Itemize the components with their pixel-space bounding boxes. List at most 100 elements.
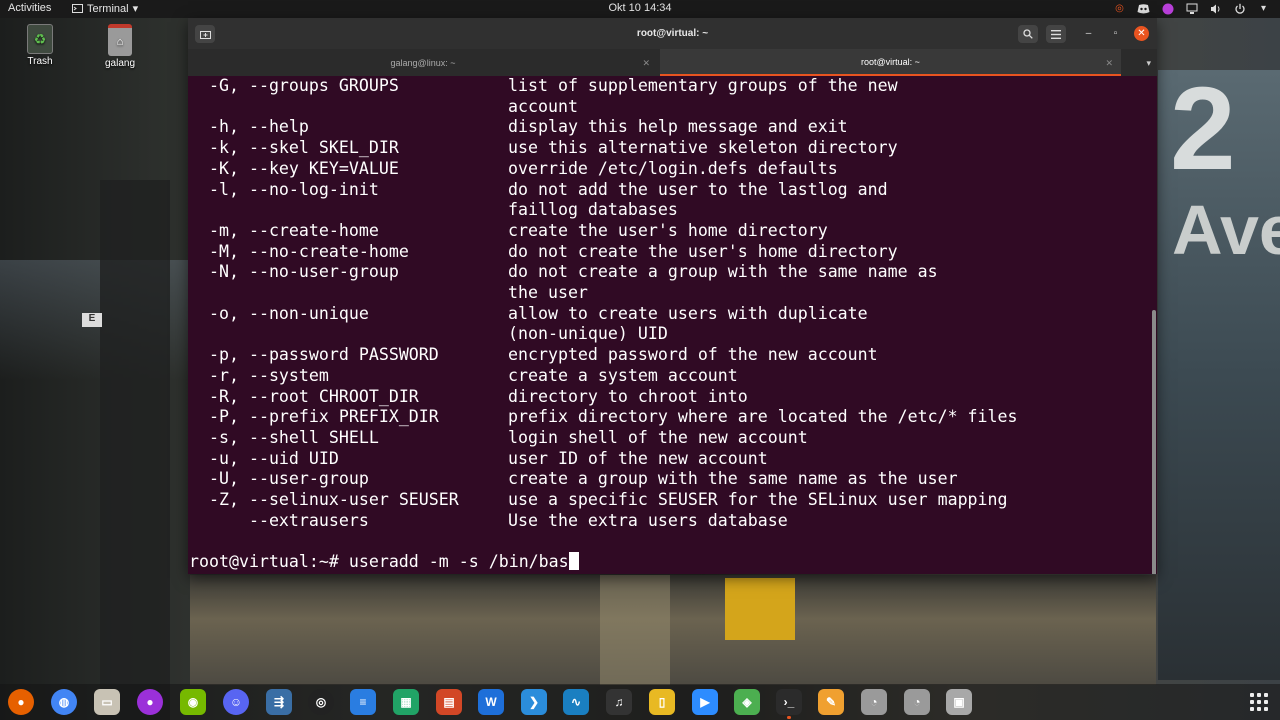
sheets-icon[interactable]: ▦ xyxy=(393,689,419,715)
app-menu-label: Terminal xyxy=(87,2,129,15)
option-description: Use the extra users database xyxy=(508,510,788,530)
option-flag: -r, --system xyxy=(209,365,329,385)
chrome-icon[interactable]: ◍ xyxy=(51,689,77,715)
terminal-line: (non-unique) UID xyxy=(188,324,1154,345)
command-input[interactable]: useradd -m -s /bin/bas xyxy=(349,552,569,571)
wallpaper-platform-edge xyxy=(600,575,670,685)
editor-icon[interactable]: ✎ xyxy=(818,689,844,715)
wallpaper-sign-number: 2 xyxy=(1170,63,1236,195)
terminal-line: -K, --key KEY=VALUE override /etc/login.d… xyxy=(188,159,1154,180)
disk2-icon[interactable]: ◔ xyxy=(904,689,930,715)
window-titlebar[interactable]: root@virtual: ~ – ▫ ✕ xyxy=(188,18,1157,49)
chevron-down-icon[interactable]: ▾ xyxy=(1257,2,1270,15)
option-description: display this help message and exit xyxy=(508,117,848,137)
tab-galang-linux[interactable]: galang@linux: ~ ✕ xyxy=(188,49,658,76)
terminal-line: -k, --skel SKEL_DIR use this alternative … xyxy=(188,138,1154,159)
terminal-icon[interactable]: ›_ xyxy=(776,689,802,719)
terminal-line: -G, --groups GROUPS list of supplementary… xyxy=(188,76,1154,97)
tab-root-virtual[interactable]: root@virtual: ~ ✕ xyxy=(660,49,1121,76)
firefox-icon[interactable]: ● xyxy=(8,689,34,715)
option-flag: -U, --user-group xyxy=(209,469,369,489)
word-icon[interactable]: W xyxy=(478,689,504,715)
option-description: create a group with the same name as the… xyxy=(508,469,958,489)
tab-label: root@virtual: ~ xyxy=(861,56,920,67)
nvidia-icon[interactable]: ◉ xyxy=(180,689,206,715)
option-description: do not create a group with the same name… xyxy=(508,262,938,282)
firefox-dev-icon[interactable]: ● xyxy=(137,689,163,715)
activities-button[interactable]: Activities xyxy=(8,2,51,14)
terminal-line: -Z, --selinux-user SEUSER use a specific … xyxy=(188,490,1154,511)
option-flag: --extrausers xyxy=(209,510,369,530)
wallpaper-yellow-box xyxy=(725,578,795,640)
terminal-scrollbar[interactable] xyxy=(1152,310,1156,574)
menu-button[interactable] xyxy=(1046,25,1066,43)
option-description: (non-unique) UID xyxy=(508,324,668,344)
option-flag: -k, --skel SKEL_DIR xyxy=(209,138,399,158)
command-line[interactable]: root@virtual:~# useradd -m -s /bin/bas xyxy=(189,552,579,573)
ssd-icon[interactable]: ▣ xyxy=(946,689,972,715)
discord-tray-icon[interactable] xyxy=(1137,2,1150,15)
volume-icon[interactable] xyxy=(1209,2,1222,15)
terminal-line: -R, --root CHROOT_DIR directory to chroot… xyxy=(188,387,1154,408)
shell-prompt: root@virtual:~# xyxy=(189,552,349,572)
android-icon[interactable]: ◈ xyxy=(734,689,760,715)
terminal-line: -s, --shell SHELL login shell of the new … xyxy=(188,428,1154,449)
disk-icon[interactable]: ◔ xyxy=(861,689,887,715)
show-apps-icon[interactable] xyxy=(1250,693,1268,711)
files-icon[interactable]: ▭ xyxy=(94,689,120,715)
notes-icon[interactable]: ▯ xyxy=(649,689,675,715)
wallpaper-letter: E xyxy=(82,313,102,327)
power-icon[interactable] xyxy=(1233,2,1246,15)
terminal-line: -U, --user-group create a group with the … xyxy=(188,469,1154,490)
zoom-icon[interactable]: ▶ xyxy=(692,689,718,715)
search-button[interactable] xyxy=(1018,25,1038,43)
maximize-button[interactable]: ▫ xyxy=(1108,26,1123,41)
obs-icon[interactable]: ◎ xyxy=(308,689,334,715)
option-description: user ID of the new account xyxy=(508,448,768,468)
network-icon[interactable] xyxy=(1185,2,1198,15)
monitor-icon[interactable]: ∿ xyxy=(563,689,589,715)
ubuntu-update-icon[interactable]: ◎ xyxy=(1113,2,1126,15)
option-flag: -l, --no-log-init xyxy=(209,179,379,199)
option-flag: -K, --key KEY=VALUE xyxy=(209,158,399,178)
terminal-line: -m, --create-home create the user's home … xyxy=(188,221,1154,242)
option-description: create the user's home directory xyxy=(508,220,828,240)
chevron-down-icon[interactable]: ▾ xyxy=(1146,58,1151,69)
tab-bar: galang@linux: ~ ✕ root@virtual: ~ ✕ ▾ xyxy=(188,49,1157,76)
discord-icon[interactable]: ☺ xyxy=(223,689,249,715)
option-description: list of supplementary groups of the new xyxy=(508,76,898,95)
option-flag: -h, --help xyxy=(209,117,309,137)
system-tray: ◎ ▾ xyxy=(1113,2,1270,15)
desktop-trash[interactable]: ♻ Trash xyxy=(10,24,70,67)
option-description: use a specific SEUSER for the SELinux us… xyxy=(508,490,1008,509)
option-flag: -Z, --selinux-user SEUSER xyxy=(209,490,459,509)
flow-icon[interactable]: ⇶ xyxy=(266,689,292,715)
desktop-home-folder[interactable]: ⌂ galang xyxy=(90,24,150,69)
minimize-button[interactable]: – xyxy=(1081,26,1096,41)
option-flag: -P, --prefix PREFIX_DIR xyxy=(209,407,439,427)
terminal-line: account xyxy=(188,97,1154,118)
option-description: do not create the user's home directory xyxy=(508,241,898,261)
hamburger-icon xyxy=(1051,29,1061,39)
window-title: root@virtual: ~ xyxy=(636,28,709,39)
terminal-output[interactable]: -G, --groups GROUPS list of supplementary… xyxy=(188,76,1154,574)
music-icon[interactable]: ♫ xyxy=(606,689,632,715)
option-description: allow to create users with duplicate xyxy=(508,303,868,323)
text-cursor xyxy=(568,552,579,571)
slides-icon[interactable]: ▤ xyxy=(436,689,462,715)
option-flag: -o, --non-unique xyxy=(209,303,369,323)
desktop-icon-label: galang xyxy=(104,58,136,69)
option-flag: -R, --root CHROOT_DIR xyxy=(209,386,419,406)
dock: ● ◍ ▭ ● ◉ ☺ ⇶ ◎ ≡ ▦ ▤ W ❯ ∿ ♫ ▯ ▶ ◈ ›_ ✎ ◔ ◔ ▣ xyxy=(0,684,1280,720)
vscode-icon[interactable]: ❯ xyxy=(521,689,547,715)
close-icon[interactable]: ✕ xyxy=(642,58,650,69)
terminal-line: -N, --no-user-group do not create a group… xyxy=(188,262,1154,283)
option-description: the user xyxy=(508,283,588,302)
chevron-down-icon: ▾ xyxy=(132,3,139,15)
close-button[interactable]: ✕ xyxy=(1134,26,1149,41)
app-menu[interactable]: Terminal ▾ xyxy=(72,2,138,15)
clock[interactable]: Okt 10 14:34 xyxy=(609,2,672,14)
firefox-dev-tray-icon[interactable] xyxy=(1161,2,1174,15)
docs-icon[interactable]: ≡ xyxy=(350,689,376,715)
close-icon[interactable]: ✕ xyxy=(1105,58,1113,69)
